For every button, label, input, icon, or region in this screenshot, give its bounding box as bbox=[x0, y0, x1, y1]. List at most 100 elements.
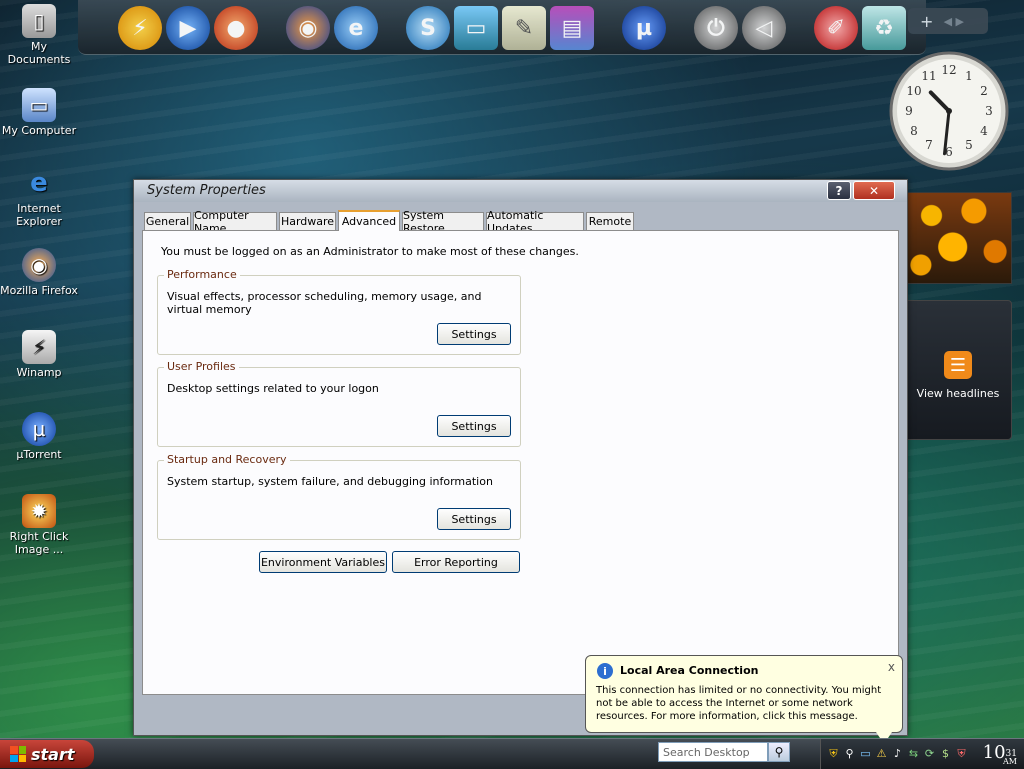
ie-dock-icon[interactable]: e bbox=[334, 6, 378, 50]
desktop-icon-winamp[interactable]: ⚡ Winamp bbox=[0, 330, 78, 379]
recycle-bin-icon[interactable]: ♻ bbox=[862, 6, 906, 50]
startup-recovery-settings-button[interactable]: Settings bbox=[437, 508, 511, 530]
notepad-icon[interactable]: ✎ bbox=[502, 6, 546, 50]
feed-headlines-gadget[interactable]: ☰ View headlines bbox=[904, 300, 1012, 440]
advanced-tab-panel: You must be logged on as an Administrato… bbox=[142, 230, 899, 695]
utorrent-icon: µ bbox=[22, 412, 56, 446]
system-tray: ⛨ ⚲ ▭ ⚠ ♪ ⇆ ⟳ $ ⛨ 1031 AM bbox=[820, 739, 1024, 769]
user-profiles-description: Desktop settings related to your logon bbox=[167, 382, 379, 395]
help-button[interactable]: ? bbox=[827, 181, 851, 200]
user-profiles-legend: User Profiles bbox=[164, 360, 239, 373]
paint-icon[interactable]: ✐ bbox=[814, 6, 858, 50]
user-profiles-settings-button[interactable]: Settings bbox=[437, 415, 511, 437]
svg-text:5: 5 bbox=[965, 138, 973, 152]
monitor-tray-icon[interactable]: ▭ bbox=[859, 747, 872, 760]
network-warning-icon[interactable]: ⚠ bbox=[875, 747, 888, 760]
desktop-icon-right-click-image[interactable]: ✹ Right Click Image ... bbox=[0, 494, 78, 556]
svg-text:1: 1 bbox=[965, 69, 973, 83]
close-button[interactable]: ✕ bbox=[853, 181, 895, 200]
balloon-close-button[interactable]: x bbox=[888, 660, 895, 674]
user-profiles-group: User Profiles Desktop settings related t… bbox=[157, 360, 521, 447]
svg-text:2: 2 bbox=[980, 84, 988, 98]
balloon-message[interactable]: This connection has limited or no connec… bbox=[596, 684, 892, 723]
ie-icon: e bbox=[30, 168, 48, 198]
desktop-icon-label: My Documents bbox=[7, 40, 71, 66]
desktop-icon-my-documents[interactable]: ▯ My Documents bbox=[0, 4, 78, 66]
svg-text:10: 10 bbox=[906, 84, 921, 98]
svg-text:7: 7 bbox=[925, 138, 933, 152]
desktop-icon-firefox[interactable]: ◉ Mozilla Firefox bbox=[0, 248, 78, 297]
tab-automatic-updates[interactable]: Automatic Updates bbox=[486, 209, 584, 235]
error-reporting-button[interactable]: Error Reporting bbox=[392, 551, 520, 573]
desktop-icon-label: Mozilla Firefox bbox=[0, 284, 78, 297]
start-label: start bbox=[31, 744, 75, 764]
lightning-icon[interactable]: ⚡ bbox=[118, 6, 162, 50]
security-shield-icon[interactable]: ⛨ bbox=[827, 747, 840, 760]
desktop-icon-label: Right Click Image ... bbox=[9, 530, 69, 556]
svg-text:8: 8 bbox=[910, 124, 918, 138]
sync-tray-icon[interactable]: ⟳ bbox=[923, 747, 936, 760]
environment-variables-button[interactable]: Environment Variables bbox=[259, 551, 387, 573]
startup-recovery-description: System startup, system failure, and debu… bbox=[167, 475, 493, 488]
desktop-icon-label: My Computer bbox=[1, 124, 77, 137]
right-click-image-icon: ✹ bbox=[22, 494, 56, 528]
desktop-icon-label: Internet Explorer bbox=[16, 202, 62, 228]
search-icon[interactable]: ⚲ bbox=[768, 742, 790, 762]
svg-text:3: 3 bbox=[985, 104, 993, 118]
system-properties-dialog: System Properties ? ✕ General Computer N… bbox=[133, 179, 908, 736]
folder-icon: ▯ bbox=[22, 4, 56, 38]
clock-gadget[interactable]: 12 12 345 678 91011 bbox=[888, 50, 1010, 172]
dialog-titlebar[interactable]: System Properties ? ✕ bbox=[134, 180, 907, 202]
media-player-icon[interactable]: ▶ bbox=[166, 6, 210, 50]
search-desktop-input[interactable]: Search Desktop bbox=[658, 742, 768, 762]
performance-legend: Performance bbox=[164, 268, 240, 281]
info-icon: i bbox=[597, 663, 613, 679]
winamp-icon: ⚡ bbox=[22, 330, 56, 364]
admin-notice: You must be logged on as an Administrato… bbox=[161, 245, 579, 258]
top-dock: ⚡ ▶ ● ◉ e S ▭ ✎ ▤ µ ⏻ ◁ ✐ ♻ + ◀ ▶ bbox=[78, 0, 988, 55]
volume-icon[interactable]: ♪ bbox=[891, 747, 904, 760]
power-icon[interactable]: ⏻ bbox=[694, 6, 738, 50]
svg-text:12: 12 bbox=[941, 63, 956, 77]
network-notification-balloon[interactable]: i Local Area Connection x This connectio… bbox=[585, 655, 903, 744]
firefox-dock-icon[interactable]: ◉ bbox=[286, 6, 330, 50]
tab-hardware[interactable]: Hardware bbox=[279, 212, 336, 230]
performance-description: Visual effects, processor scheduling, me… bbox=[167, 290, 482, 316]
slideshow-gadget[interactable] bbox=[904, 192, 1012, 284]
svg-text:9: 9 bbox=[905, 104, 913, 118]
desktop-icon-my-computer[interactable]: ▭ My Computer bbox=[0, 88, 78, 137]
desktop-icon-internet-explorer[interactable]: e Internet Explorer bbox=[0, 166, 78, 228]
magnifier-tray-icon[interactable]: ⚲ bbox=[843, 747, 856, 760]
transfer-tray-icon[interactable]: ⇆ bbox=[907, 747, 920, 760]
antivirus-tray-icon[interactable]: ⛨ bbox=[955, 747, 968, 760]
desktop-icon-utorrent[interactable]: µ µTorrent bbox=[0, 412, 78, 461]
tab-computer-name[interactable]: Computer Name bbox=[193, 209, 277, 235]
back-arrow-icon[interactable]: ◁ bbox=[742, 6, 786, 50]
burn-icon[interactable]: ● bbox=[214, 6, 258, 50]
svg-text:11: 11 bbox=[921, 69, 936, 83]
monitor-icon[interactable]: ▭ bbox=[454, 6, 498, 50]
performance-group: Performance Visual effects, processor sc… bbox=[157, 268, 521, 355]
balloon-title: Local Area Connection bbox=[620, 664, 759, 677]
startup-recovery-legend: Startup and Recovery bbox=[164, 453, 290, 466]
skype-icon[interactable]: S bbox=[406, 6, 450, 50]
tab-system-restore[interactable]: System Restore bbox=[402, 209, 484, 235]
rss-label[interactable]: View headlines bbox=[905, 387, 1011, 400]
taskbar-clock[interactable]: 1031 AM bbox=[983, 742, 1017, 766]
app-tray-icon[interactable]: $ bbox=[939, 747, 952, 760]
utorrent-dock-icon[interactable]: µ bbox=[622, 6, 666, 50]
startup-recovery-group: Startup and Recovery System startup, sys… bbox=[157, 453, 521, 540]
winrar-icon[interactable]: ▤ bbox=[550, 6, 594, 50]
performance-settings-button[interactable]: Settings bbox=[437, 323, 511, 345]
computer-icon: ▭ bbox=[22, 88, 56, 122]
tab-general[interactable]: General bbox=[144, 212, 191, 230]
sidebar-add-button[interactable]: + ◀ ▶ bbox=[908, 8, 988, 34]
rss-icon: ☰ bbox=[944, 351, 972, 379]
desktop-icon-label: µTorrent bbox=[16, 448, 62, 461]
firefox-icon: ◉ bbox=[22, 248, 56, 282]
tab-remote[interactable]: Remote bbox=[586, 212, 634, 230]
start-button[interactable]: start bbox=[0, 740, 94, 768]
windows-logo-icon bbox=[10, 746, 26, 762]
desktop-icon-label: Winamp bbox=[16, 366, 62, 379]
tab-advanced[interactable]: Advanced bbox=[338, 210, 400, 231]
